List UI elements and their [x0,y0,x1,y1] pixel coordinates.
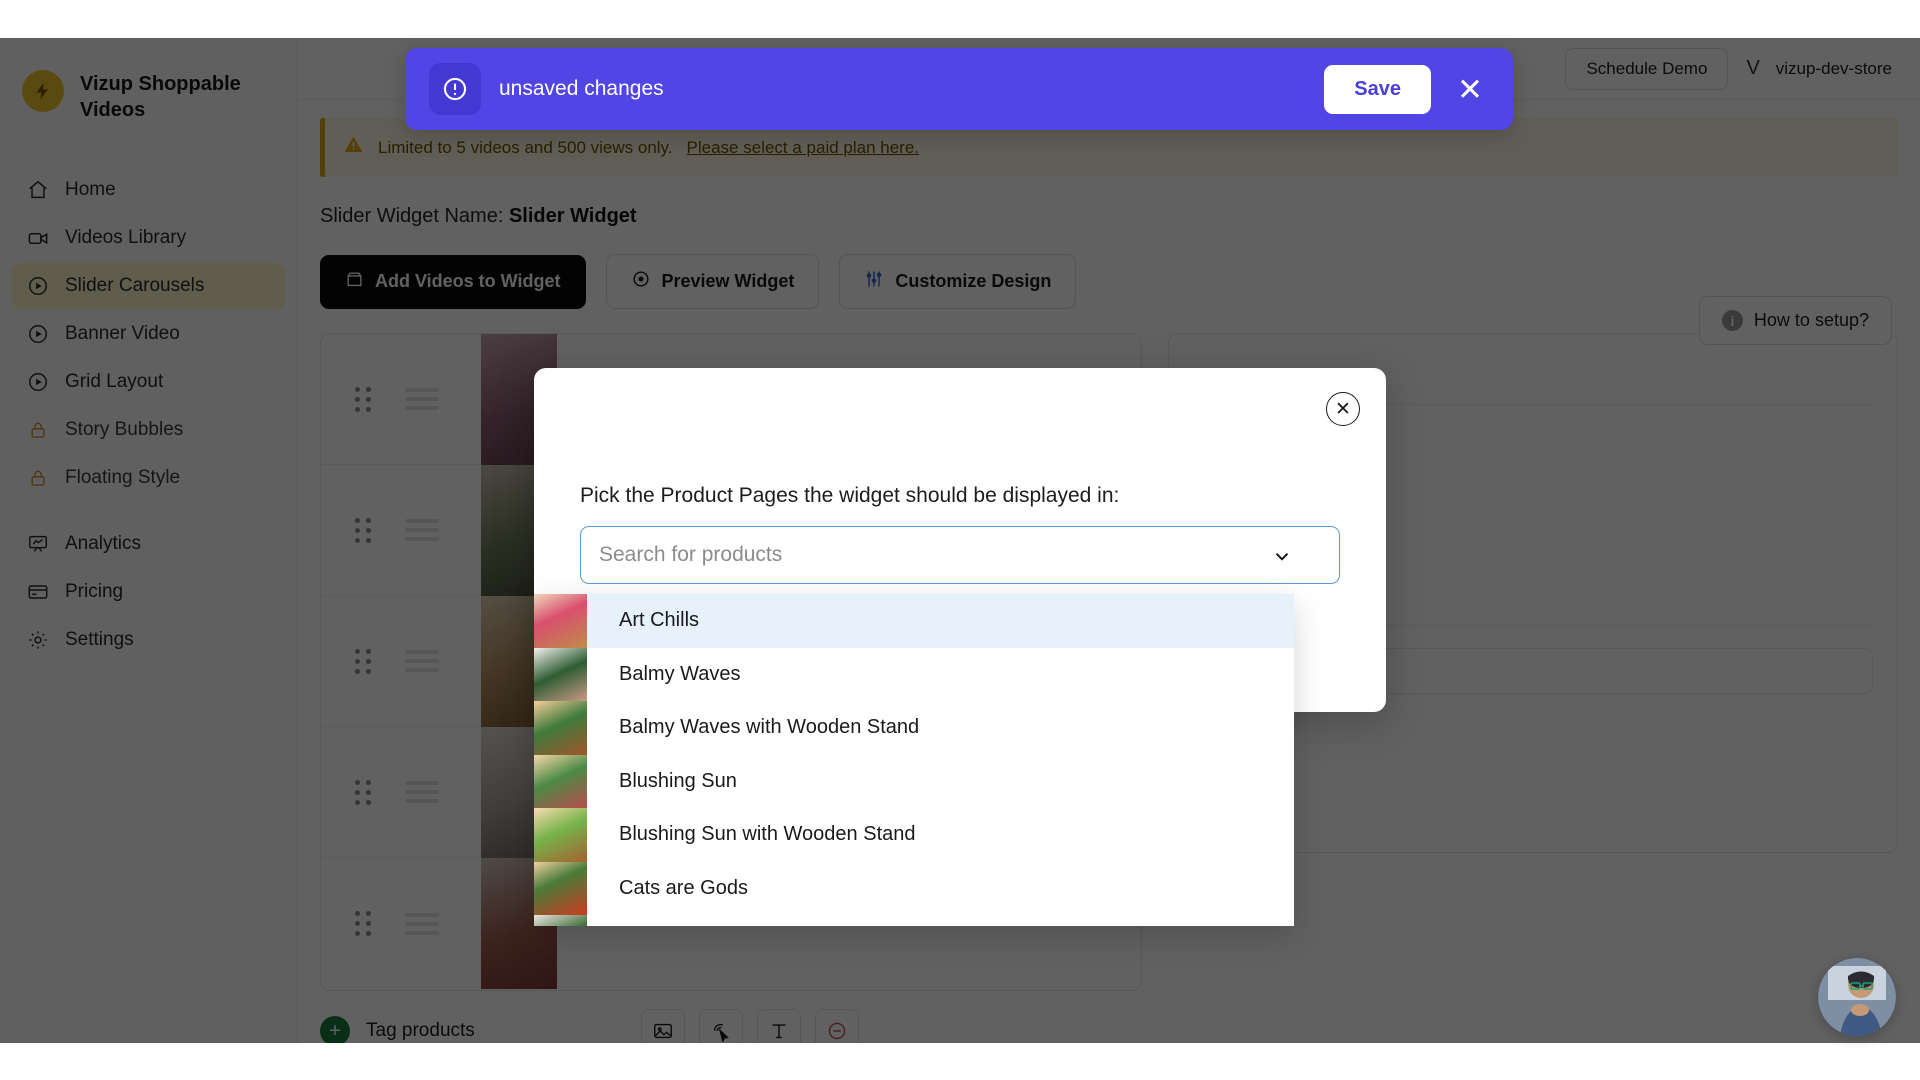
product-options-dropdown[interactable]: Art Chills Balmy Waves Balmy Waves with … [534,594,1294,926]
save-button[interactable]: Save [1324,64,1432,114]
product-thumbnail [534,647,587,701]
product-thumbnail [534,808,587,862]
browser-top-strip [0,0,1920,38]
avatar [1818,958,1896,1036]
product-name: Blushing Sun with Wooden Stand [619,823,916,846]
product-name: Art Chills [619,609,700,632]
list-item[interactable]: Blushing Sun [534,754,1294,808]
list-item[interactable]: Art Chills [534,594,1294,648]
product-thumbnail [534,915,587,926]
list-item[interactable]: Blushing Sun with Wooden Stand [534,808,1294,862]
product-name: Balmy Waves [619,662,741,685]
list-item[interactable]: Cats are Gods [534,861,1294,915]
product-name: Balmy Waves with Wooden Stand [619,716,920,739]
product-name: Blushing Sun [619,769,737,792]
browser-bottom-strip [0,1043,1920,1080]
product-thumbnail [534,861,587,915]
close-circle-icon[interactable]: ✕ [1326,392,1360,426]
unsaved-changes-message: unsaved changes [499,77,664,100]
chevron-down-icon[interactable] [1271,527,1293,585]
product-thumbnail [534,594,587,648]
unsaved-changes-banner: unsaved changes Save ✕ [405,48,1513,130]
support-agent-avatar[interactable] [1818,958,1896,1036]
product-thumbnail [534,701,587,755]
screen: Vizup Shoppable Videos Home Videos Libra… [0,0,1920,1080]
list-item[interactable]: Balmy Waves with Wooden Stand [534,701,1294,755]
product-thumbnail [534,754,587,808]
list-item[interactable]: Balmy Waves [534,647,1294,701]
product-search-combobox[interactable] [580,526,1340,584]
modal-prompt: Pick the Product Pages the widget should… [580,484,1120,507]
exclamation-circle-icon [429,63,481,115]
search-input[interactable] [599,543,1239,567]
product-name: Cats are Gods [619,876,748,899]
close-icon[interactable]: ✕ [1449,74,1491,105]
list-item[interactable] [534,915,1294,926]
